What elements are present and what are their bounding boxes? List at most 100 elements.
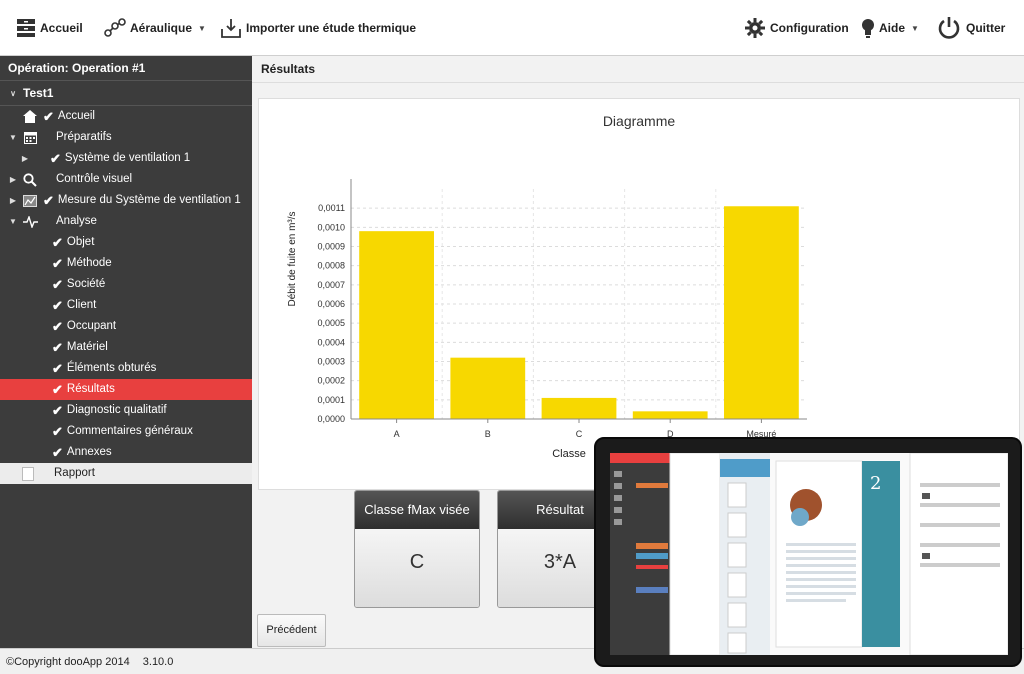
check-icon: ✔ bbox=[50, 151, 61, 166]
sidebar-item-client[interactable]: ✔ Client bbox=[0, 295, 252, 316]
y-tick-label: 0,0005 bbox=[317, 318, 345, 328]
sidebar-item-label: Commentaires généraux bbox=[66, 425, 193, 437]
check-icon: ✔ bbox=[43, 109, 54, 124]
y-axis-label: Débit de fuite en m³/s bbox=[287, 211, 298, 306]
sidebar-item-analyse[interactable]: ▼ Analyse bbox=[0, 211, 252, 232]
sidebar-item-rapport[interactable]: Rapport bbox=[0, 463, 252, 484]
sidebar-item-methode[interactable]: ✔ Méthode bbox=[0, 253, 252, 274]
copyright-text: ©Copyright dooApp 2014 bbox=[6, 656, 130, 668]
sidebar-item-label: Occupant bbox=[66, 320, 117, 332]
sidebar-item-mesure[interactable]: ▶ ✔ Mesure du Système de ventilation 1 bbox=[0, 190, 252, 211]
test-node[interactable]: ∨ Test1 bbox=[0, 81, 252, 106]
sidebar-item-societe[interactable]: ✔ Société bbox=[0, 274, 252, 295]
measure-chart-icon bbox=[22, 194, 38, 208]
sidebar-item-controle-visuel[interactable]: ▶ Contrôle visuel bbox=[0, 169, 252, 190]
lightbulb-icon bbox=[861, 18, 875, 38]
y-tick-label: 0,0000 bbox=[317, 414, 345, 424]
bar-b bbox=[450, 357, 526, 419]
home-label: Accueil bbox=[40, 21, 83, 35]
x-tick-label: C bbox=[576, 429, 583, 439]
calendar-icon bbox=[22, 131, 38, 145]
collapsed-arrow-icon[interactable]: ▶ bbox=[8, 190, 18, 211]
magnifier-icon bbox=[22, 172, 38, 187]
sidebar-item-commentaires[interactable]: ✔ Commentaires généraux bbox=[0, 421, 252, 442]
y-tick-label: 0,0004 bbox=[317, 337, 345, 347]
check-icon: ✔ bbox=[52, 298, 63, 313]
collapsed-arrow-icon[interactable]: ▶ bbox=[8, 169, 18, 190]
help-menu[interactable]: Aide ▼ bbox=[861, 0, 919, 56]
sidebar-item-label: Matériel bbox=[66, 341, 108, 353]
x-tick-label: A bbox=[394, 429, 400, 439]
collapse-arrow-icon[interactable]: ∨ bbox=[8, 81, 18, 106]
aeraulique-menu[interactable]: Aéraulique ▼ bbox=[104, 0, 206, 56]
sidebar-item-diagnostic-qualitatif[interactable]: ✔ Diagnostic qualitatif bbox=[0, 400, 252, 421]
bar-chart: 0,0000 0,0001 0,0002 0,0003 0,0004 0,0005 0,00… bbox=[287, 179, 807, 460]
check-icon: ✔ bbox=[52, 277, 63, 292]
bar-a bbox=[359, 231, 434, 419]
y-tick-label: 0,0011 bbox=[318, 203, 345, 213]
sidebar-item-materiel[interactable]: ✔ Matériel bbox=[0, 337, 252, 358]
sidebar-item-label: Méthode bbox=[66, 257, 112, 269]
check-icon: ✔ bbox=[52, 340, 63, 355]
sidebar-item-label: Résultats bbox=[66, 383, 115, 395]
sidebar-item-label: Objet bbox=[66, 236, 95, 248]
quit-button[interactable]: Quitter bbox=[936, 0, 1005, 56]
top-toolbar: Accueil Aéraulique ▼ Importer une étude … bbox=[0, 0, 1024, 56]
aeraulique-label: Aéraulique bbox=[130, 21, 193, 35]
sidebar-item-accueil[interactable]: ✔ Accueil bbox=[0, 106, 252, 127]
previous-button[interactable]: Précédent bbox=[257, 614, 326, 647]
sidebar-item-elements-obtures[interactable]: ✔ Éléments obturés bbox=[0, 358, 252, 379]
card-title: Classe fMax visée bbox=[355, 491, 479, 529]
home-drawer-icon bbox=[16, 18, 36, 38]
expanded-arrow-icon[interactable]: ▼ bbox=[8, 211, 18, 232]
bar-mesuré bbox=[724, 206, 799, 419]
operation-title: Opération: Operation #1 bbox=[0, 56, 252, 81]
expanded-arrow-icon[interactable]: ▼ bbox=[8, 127, 18, 148]
check-icon: ✔ bbox=[52, 403, 63, 418]
power-icon bbox=[936, 15, 962, 41]
chart-panel: Diagramme 0,0000 0,0001 0,0002 0,0003 0,0004… bbox=[258, 98, 1020, 490]
sidebar-item-resultats[interactable]: ✔ Résultats bbox=[0, 379, 252, 400]
home-button[interactable]: Accueil bbox=[16, 0, 83, 56]
sidebar-item-systeme-ventilation[interactable]: ▶ ✔ Système de ventilation 1 bbox=[0, 148, 252, 169]
import-label: Importer une étude thermique bbox=[246, 21, 417, 35]
check-icon: ✔ bbox=[52, 319, 63, 334]
sidebar-item-label: Mesure du Système de ventilation 1 bbox=[57, 194, 241, 206]
network-icon bbox=[104, 18, 126, 38]
target-class-card: Classe fMax visée C bbox=[354, 490, 480, 608]
check-icon: ✔ bbox=[52, 424, 63, 439]
sidebar-item-label: Diagnostic qualitatif bbox=[66, 404, 167, 416]
chevron-down-icon: ▼ bbox=[198, 23, 206, 33]
page-title: Résultats bbox=[252, 56, 1024, 83]
collapsed-arrow-icon[interactable]: ▶ bbox=[20, 148, 30, 169]
tablet-preview-image: 2 bbox=[594, 437, 1022, 667]
sidebar-item-label: Accueil bbox=[57, 110, 95, 122]
x-tick-label: B bbox=[485, 429, 491, 439]
configuration-button[interactable]: Configuration bbox=[744, 0, 849, 56]
import-tray-icon bbox=[220, 17, 242, 39]
y-tick-label: 0,0001 bbox=[317, 395, 345, 405]
check-icon: ✔ bbox=[43, 193, 54, 208]
sidebar-item-label: Rapport bbox=[54, 467, 95, 479]
y-tick-label: 0,0010 bbox=[317, 222, 345, 232]
sidebar-item-preparatifs[interactable]: ▼ Préparatifs bbox=[0, 127, 252, 148]
sidebar-item-occupant[interactable]: ✔ Occupant bbox=[0, 316, 252, 337]
quit-label: Quitter bbox=[966, 21, 1006, 35]
sidebar-item-label: Annexes bbox=[66, 446, 112, 458]
version-text: 3.10.0 bbox=[142, 656, 174, 668]
tablet-page-badge: 2 bbox=[870, 473, 881, 494]
sidebar-item-objet[interactable]: ✔ Objet bbox=[0, 232, 252, 253]
check-icon: ✔ bbox=[52, 256, 63, 271]
y-tick-label: 0,0003 bbox=[317, 357, 345, 367]
app-window: Accueil Aéraulique ▼ Importer une étude … bbox=[0, 0, 1024, 674]
tablet-screen: 2 bbox=[610, 453, 1008, 655]
test-label: Test1 bbox=[23, 85, 54, 100]
config-label: Configuration bbox=[770, 21, 849, 35]
sidebar-item-annexes[interactable]: ✔ Annexes bbox=[0, 442, 252, 463]
bar-c bbox=[541, 397, 617, 419]
y-tick-label: 0,0008 bbox=[317, 261, 345, 271]
sidebar-item-label: Contrôle visuel bbox=[56, 173, 133, 185]
import-thermal-study-button[interactable]: Importer une étude thermique bbox=[220, 0, 416, 56]
y-tick-label: 0,0006 bbox=[317, 299, 345, 309]
house-icon bbox=[22, 110, 38, 124]
